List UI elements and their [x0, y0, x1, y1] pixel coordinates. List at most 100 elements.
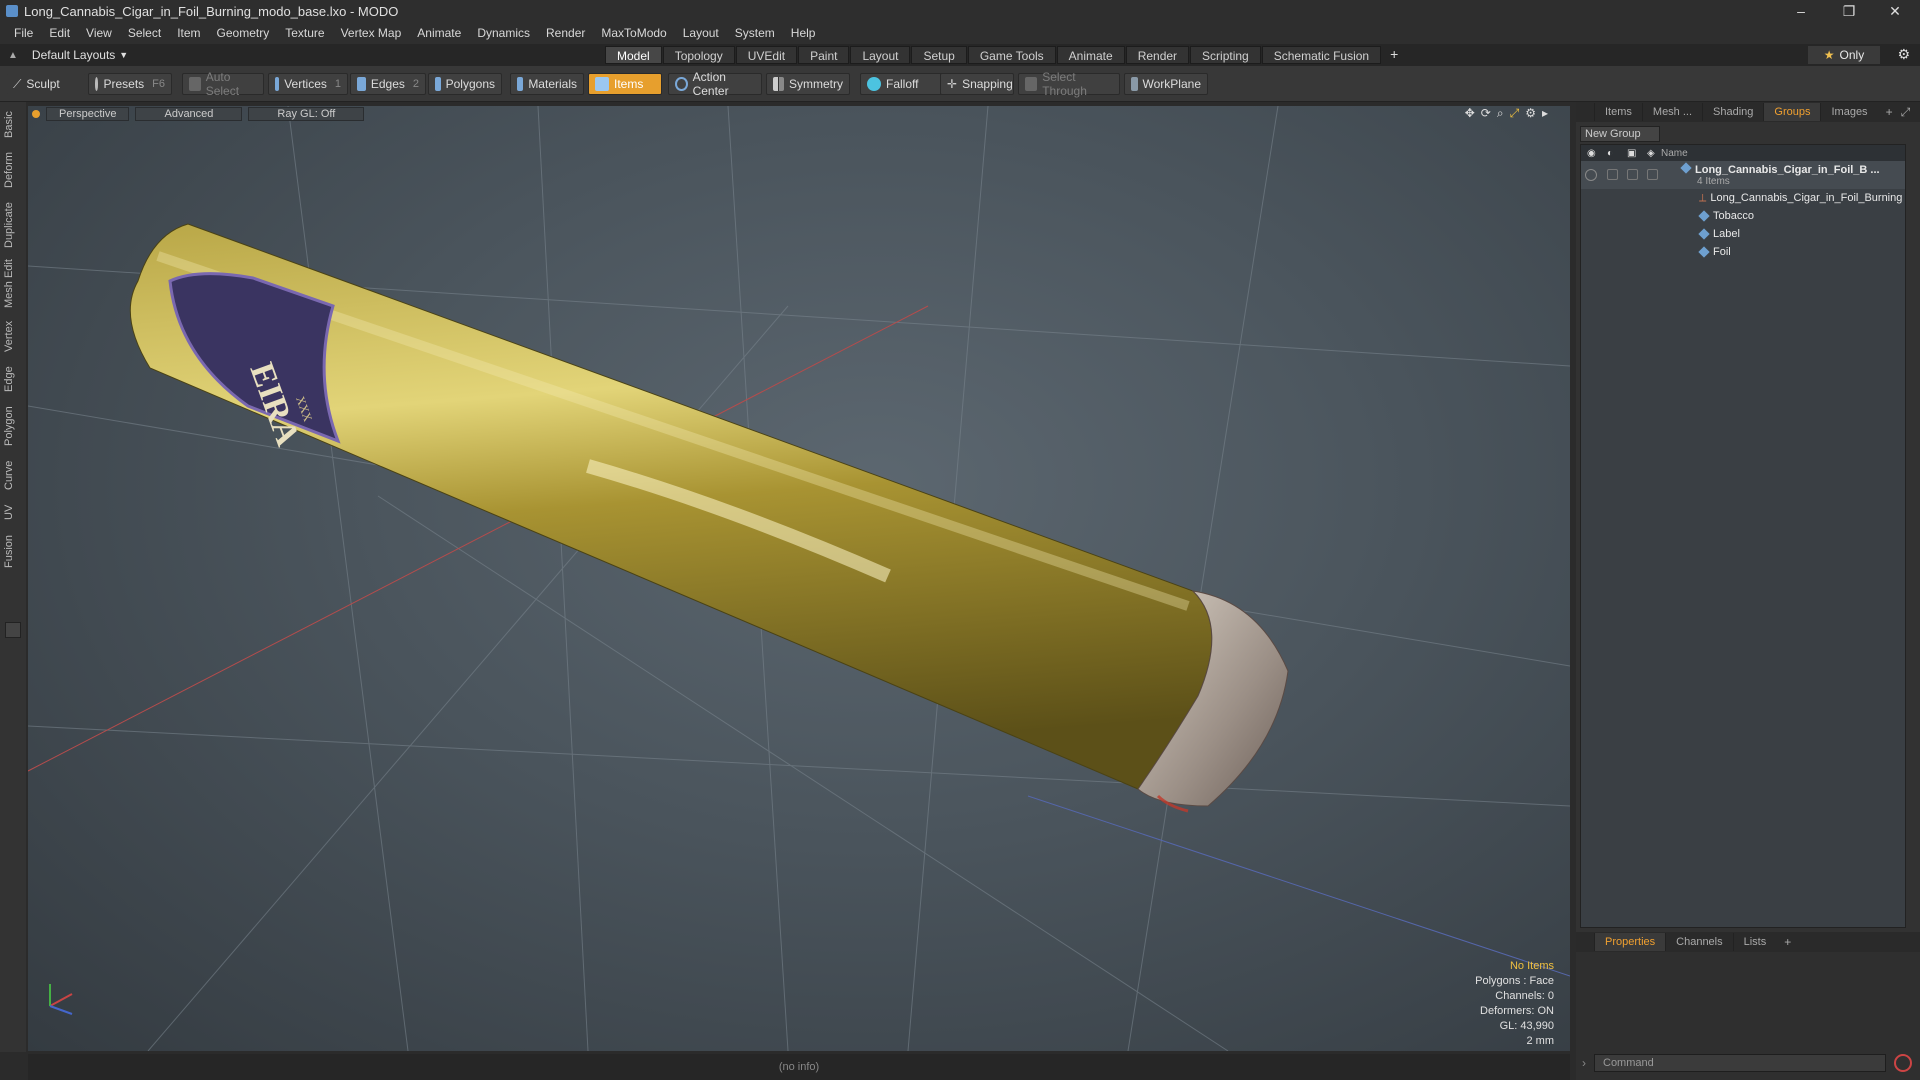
left-tab-vertex[interactable]: Vertex	[3, 316, 21, 356]
tab-layout[interactable]: Layout	[850, 46, 911, 64]
menu-layout[interactable]: Layout	[675, 26, 727, 40]
menu-maxtomodo[interactable]: MaxToModo	[593, 26, 674, 40]
zoom-icon[interactable]: ⌕	[1497, 106, 1504, 121]
symmetry-icon	[773, 77, 784, 91]
add-panel-tab-icon[interactable]: +	[1886, 105, 1893, 119]
menu-dynamics[interactable]: Dynamics	[469, 26, 538, 40]
left-tab-uv[interactable]: UV	[3, 500, 21, 524]
list-item[interactable]: ⟂ Long_Cannabis_Cigar_in_Foil_Burning	[1581, 189, 1905, 207]
menu-select[interactable]: Select	[120, 26, 169, 40]
list-item[interactable]: Foil	[1581, 243, 1905, 261]
polygons-button[interactable]: Polygons	[428, 73, 502, 95]
snapping-button[interactable]: ✛ Snapping	[940, 73, 1014, 95]
raygl-dropdown[interactable]: Ray GL: Off	[248, 107, 365, 121]
visibility-eye-icon[interactable]	[1585, 169, 1597, 181]
command-input[interactable]: Command	[1594, 1054, 1886, 1072]
view-mode-dropdown[interactable]: Perspective	[46, 107, 130, 121]
minimize-button[interactable]: –	[1778, 0, 1824, 22]
list-item[interactable]: Tobacco	[1581, 207, 1905, 225]
menu-edit[interactable]: Edit	[41, 26, 78, 40]
lock-toggle-box[interactable]	[1627, 169, 1638, 180]
items-button[interactable]: Items	[588, 73, 662, 95]
menu-item[interactable]: Item	[169, 26, 208, 40]
layout-selector[interactable]: ▲ Default Layouts ▼	[8, 44, 128, 66]
tab-paint[interactable]: Paint	[798, 46, 850, 64]
select-column-icon[interactable]: ◈	[1647, 148, 1655, 159]
list-item[interactable]: Label	[1581, 225, 1905, 243]
menu-texture[interactable]: Texture	[277, 26, 332, 40]
left-tab-polygon[interactable]: Polygon	[3, 402, 21, 450]
falloff-button[interactable]: Falloff	[860, 73, 944, 95]
viewport-settings-icon[interactable]: ⚙	[1525, 106, 1536, 121]
pan-icon[interactable]: ✥	[1465, 106, 1475, 121]
edges-button[interactable]: Edges 2	[350, 73, 426, 95]
menu-geometry[interactable]: Geometry	[209, 26, 278, 40]
menu-help[interactable]: Help	[783, 26, 824, 40]
3d-viewport[interactable]: EIRA XXX Perspective Advanced Ray GL: Of…	[28, 106, 1570, 1051]
menu-file[interactable]: File	[6, 26, 41, 40]
menu-bar: File Edit View Select Item Geometry Text…	[0, 22, 1920, 44]
workplane-button[interactable]: WorkPlane	[1124, 73, 1208, 95]
left-tab-fusion[interactable]: Fusion	[3, 530, 21, 572]
select-toggle-box[interactable]	[1647, 169, 1658, 180]
tab-images[interactable]: Images	[1820, 103, 1877, 121]
left-tab-curve[interactable]: Curve	[3, 456, 21, 494]
expand-panel-icon[interactable]: ⤢	[1901, 105, 1911, 120]
tab-shading[interactable]: Shading	[1702, 103, 1763, 121]
tab-animate[interactable]: Animate	[1056, 46, 1125, 64]
command-stop-icon[interactable]	[1894, 1054, 1912, 1072]
tab-model[interactable]: Model	[605, 46, 662, 64]
add-tab-button[interactable]: +	[1382, 46, 1406, 64]
presets-button[interactable]: Presets F6	[88, 73, 172, 95]
left-tab-edge[interactable]: Edge	[3, 362, 21, 396]
restore-button[interactable]: ❐	[1826, 0, 1872, 22]
materials-button[interactable]: Materials	[510, 73, 584, 95]
tab-channels[interactable]: Channels	[1665, 933, 1732, 951]
render-toggle-box[interactable]	[1607, 169, 1618, 180]
add-properties-tab-icon[interactable]: +	[1784, 935, 1791, 949]
viewport-menu-dot-icon[interactable]	[32, 110, 40, 118]
menu-view[interactable]: View	[78, 26, 120, 40]
tab-uvedit[interactable]: UVEdit	[735, 46, 798, 64]
vertices-button[interactable]: Vertices 1	[268, 73, 348, 95]
tab-scripting[interactable]: Scripting	[1190, 46, 1261, 64]
select-through-button[interactable]: Select Through	[1018, 70, 1120, 98]
left-tab-deform[interactable]: Deform	[3, 148, 21, 192]
tab-lists[interactable]: Lists	[1732, 933, 1777, 951]
left-tab-mesh-edit[interactable]: Mesh Edit	[3, 258, 21, 310]
tab-render[interactable]: Render	[1125, 46, 1190, 64]
shading-dropdown[interactable]: Advanced	[135, 107, 243, 121]
symmetry-button[interactable]: Symmetry	[766, 73, 850, 95]
only-toggle[interactable]: ★ Only	[1808, 46, 1880, 64]
tab-groups[interactable]: Groups	[1763, 103, 1821, 121]
left-tab-basic[interactable]: Basic	[3, 108, 21, 142]
collapse-up-icon[interactable]: ▲	[8, 50, 18, 61]
lock-column-icon[interactable]: ▣	[1627, 148, 1636, 159]
maximize-icon[interactable]: ⤢	[1510, 106, 1520, 121]
rotate-icon[interactable]: ⟳	[1481, 106, 1491, 121]
menu-render[interactable]: Render	[538, 26, 593, 40]
auto-select-button[interactable]: Auto Select	[182, 70, 264, 98]
eye-column-icon[interactable]: ◉	[1587, 148, 1596, 159]
menu-animate[interactable]: Animate	[409, 26, 469, 40]
left-panel-toggle[interactable]	[5, 622, 21, 638]
sculpt-button[interactable]: ⟋ Sculpt	[6, 73, 86, 95]
render-column-icon[interactable]: ◐	[1607, 148, 1613, 159]
expand-arrow-icon[interactable]: ▸	[1542, 106, 1548, 121]
cigar-model[interactable]: EIRA XXX	[129, 223, 1289, 813]
menu-vertex-map[interactable]: Vertex Map	[333, 26, 410, 40]
tab-game-tools[interactable]: Game Tools	[967, 46, 1056, 64]
tab-topology[interactable]: Topology	[662, 46, 735, 64]
group-row[interactable]: Long_Cannabis_Cigar_in_Foil_B ... 4 Item…	[1581, 161, 1905, 189]
tab-setup[interactable]: Setup	[911, 46, 967, 64]
left-tab-duplicate[interactable]: Duplicate	[3, 198, 21, 252]
action-center-button[interactable]: Action Center	[668, 70, 762, 98]
tab-items[interactable]: Items	[1594, 103, 1642, 121]
gear-icon[interactable]: ⚙	[1897, 46, 1910, 63]
menu-system[interactable]: System	[727, 26, 783, 40]
close-button[interactable]: ✕	[1872, 0, 1918, 22]
new-group-button[interactable]: New Group	[1580, 126, 1660, 142]
tab-properties[interactable]: Properties	[1594, 933, 1666, 951]
tab-schematic-fusion[interactable]: Schematic Fusion	[1261, 46, 1382, 64]
tab-mesh[interactable]: Mesh ...	[1641, 103, 1702, 121]
